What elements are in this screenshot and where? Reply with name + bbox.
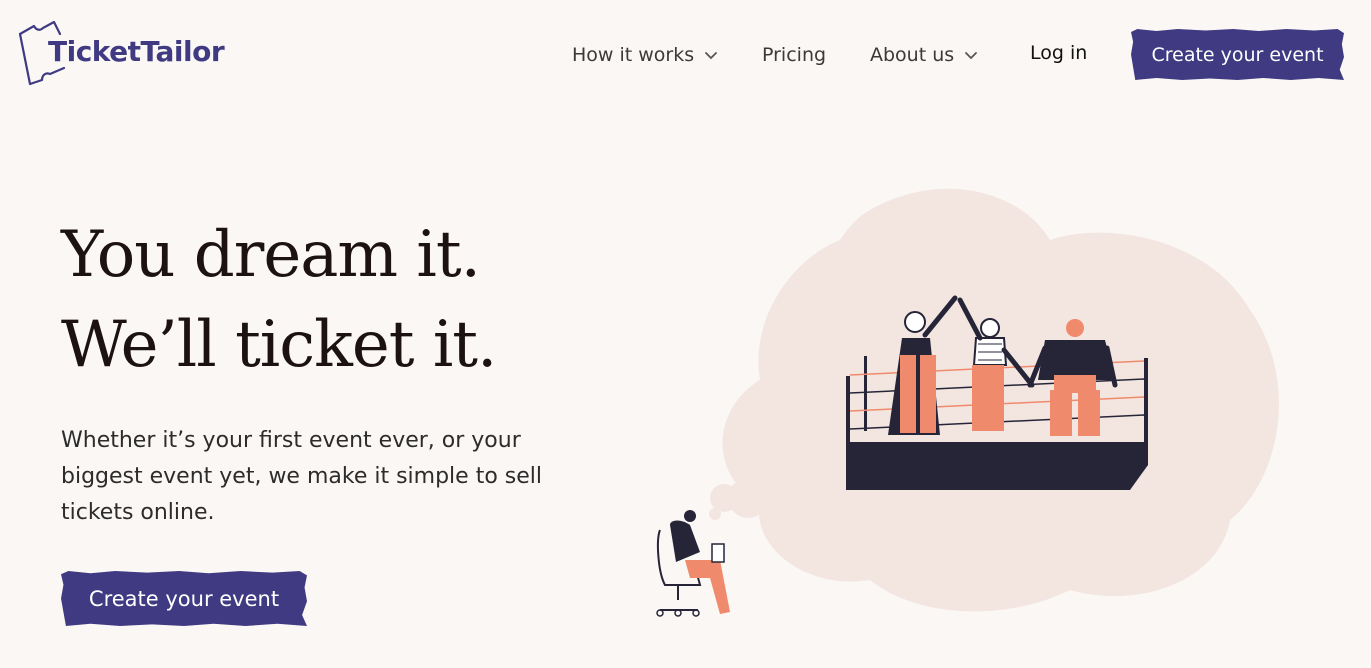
create-event-hero-button[interactable]: Create your event — [61, 571, 307, 626]
nav-about-us-label: About us — [870, 44, 955, 66]
headline-line-1: You dream it. — [61, 218, 481, 292]
hero-headline: You dream it. We’ll ticket it. — [61, 210, 497, 390]
chevron-down-icon — [965, 52, 978, 60]
thought-bubble-medium — [710, 484, 738, 512]
hero-subtext: Whether it’s your first event ever, or y… — [61, 428, 543, 525]
nav-about-us[interactable]: About us — [870, 40, 980, 70]
ticket-tailor-logo[interactable]: TicketTailor — [16, 20, 231, 90]
nav-how-it-works[interactable]: How it works — [572, 40, 720, 70]
person-with-laptop — [656, 510, 730, 617]
nav-pricing-label: Pricing — [762, 44, 827, 66]
headline-line-2: We’ll ticket it. — [61, 308, 497, 382]
brand-name: TicketTailor — [48, 35, 225, 68]
nav-how-it-works-label: How it works — [572, 44, 695, 66]
create-event-header-button[interactable]: Create your event — [1131, 29, 1344, 80]
thought-bubble-small — [709, 508, 721, 520]
nav-pricing[interactable]: Pricing — [762, 40, 826, 70]
login-link[interactable]: Log in — [1030, 38, 1087, 68]
chevron-down-icon — [705, 52, 718, 60]
hero-illustration — [656, 188, 1279, 617]
